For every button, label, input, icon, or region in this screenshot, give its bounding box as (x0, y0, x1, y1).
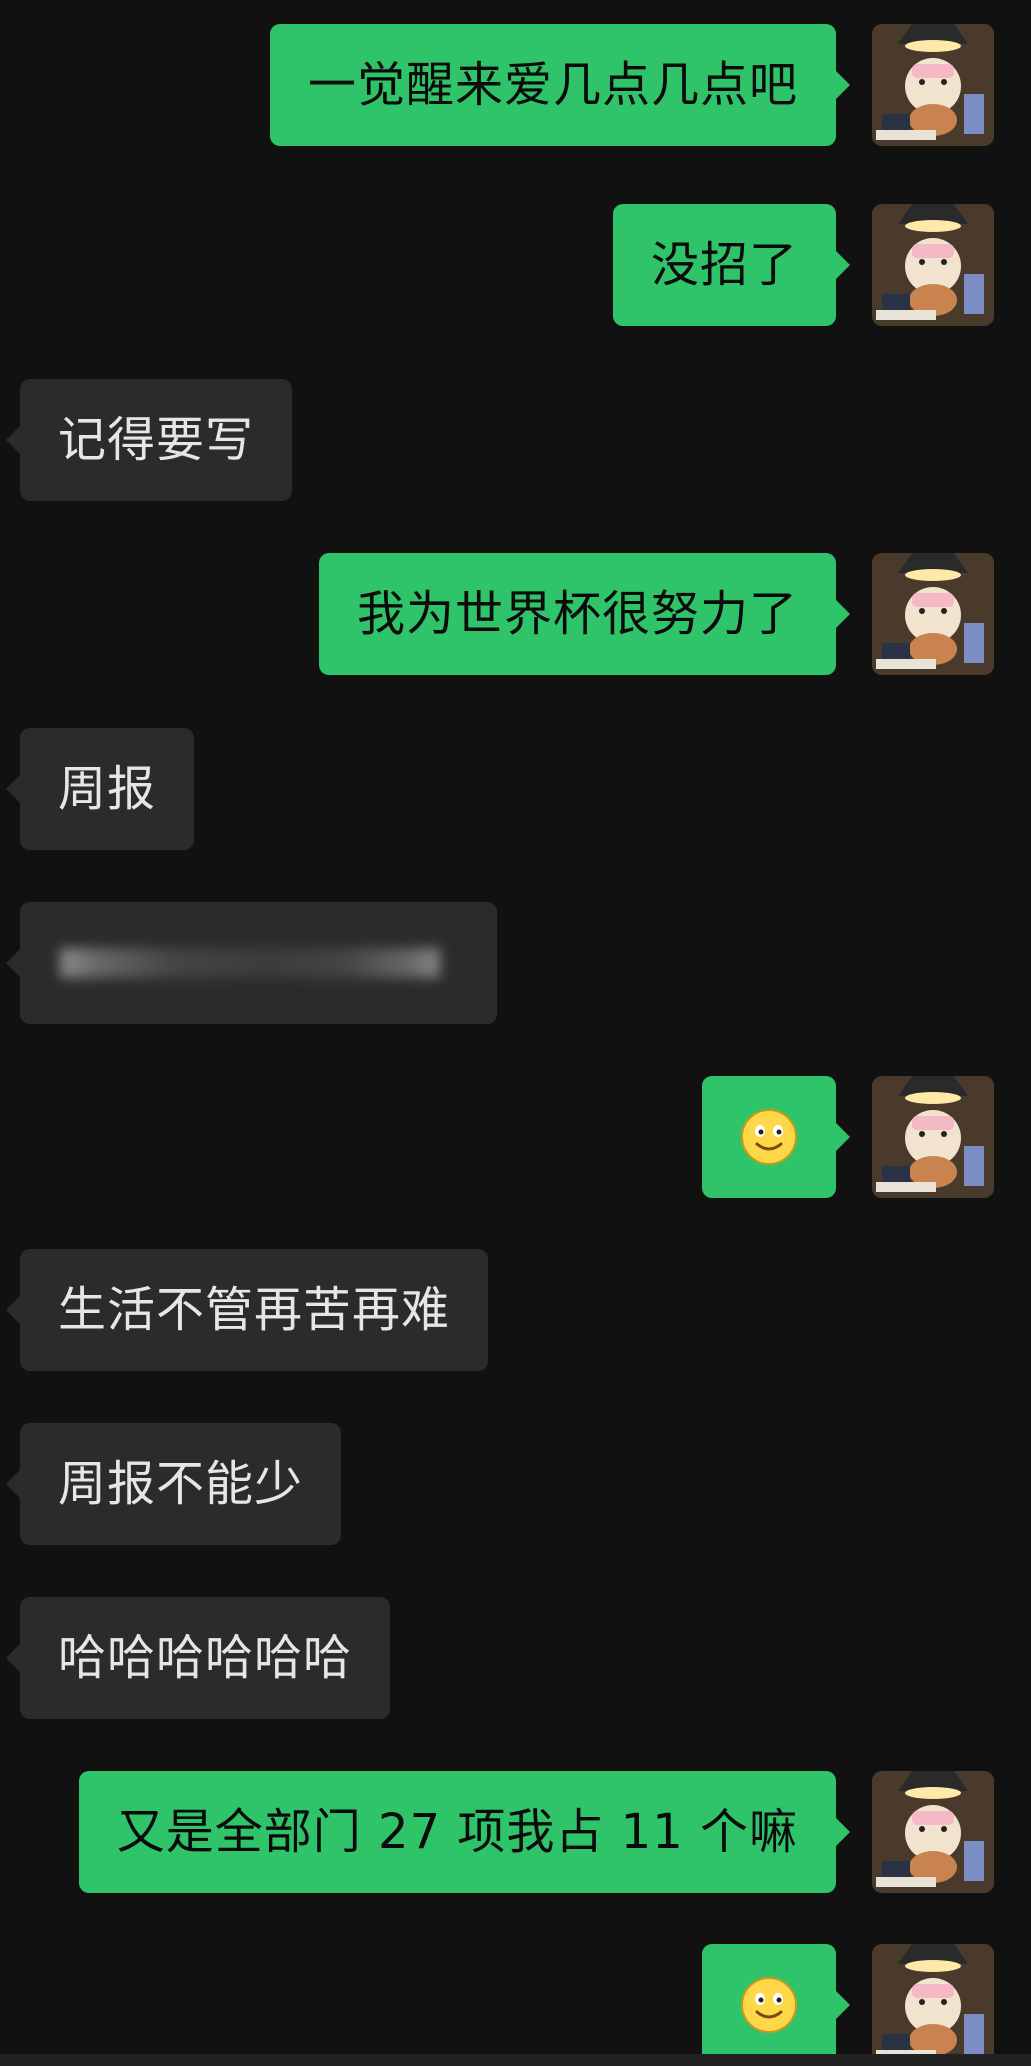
incoming-message-bubble[interactable]: 哈哈哈哈哈哈 (5, 1597, 391, 1719)
user-avatar[interactable] (872, 1944, 994, 2066)
outgoing-message-bubble[interactable]: 没招了 (612, 204, 851, 326)
user-avatar[interactable] (872, 1771, 994, 1893)
outgoing-message-bubble[interactable]: 一觉醒来爱几点几点吧 (269, 24, 851, 146)
cat-avatar-icon (872, 1076, 994, 1198)
cat-avatar-icon (872, 204, 994, 326)
outgoing-message-bubble[interactable] (702, 1944, 850, 2066)
chat-message-list: 一觉醒来爱几点几点吧 没招了 记得要写 我为世界杯很努力了 周报 生活不管再苦再… (0, 0, 1031, 2066)
user-avatar[interactable] (872, 204, 994, 326)
incoming-message-bubble[interactable] (6, 902, 497, 1024)
smile-emoji-icon (741, 1977, 797, 2033)
outgoing-message-bubble[interactable] (702, 1076, 850, 1198)
outgoing-message-bubble[interactable]: 又是全部门 27 项我占 11 个嘛 (78, 1771, 851, 1893)
user-avatar[interactable] (872, 1076, 994, 1198)
cat-avatar-icon (872, 553, 994, 675)
user-avatar[interactable] (872, 553, 994, 675)
blurred-text (60, 948, 440, 978)
user-avatar[interactable] (872, 24, 994, 146)
incoming-message-bubble[interactable]: 周报不能少 (5, 1423, 342, 1545)
incoming-message-bubble[interactable]: 生活不管再苦再难 (5, 1249, 489, 1371)
incoming-message-bubble[interactable]: 周报 (5, 728, 195, 850)
cat-avatar-icon (872, 24, 994, 146)
outgoing-message-bubble[interactable]: 我为世界杯很努力了 (318, 553, 851, 675)
bottom-edge (0, 2054, 1031, 2066)
smile-emoji-icon (741, 1109, 797, 1165)
cat-avatar-icon (872, 1771, 994, 1893)
incoming-message-bubble[interactable]: 记得要写 (5, 379, 293, 501)
cat-avatar-icon (872, 1944, 994, 2066)
